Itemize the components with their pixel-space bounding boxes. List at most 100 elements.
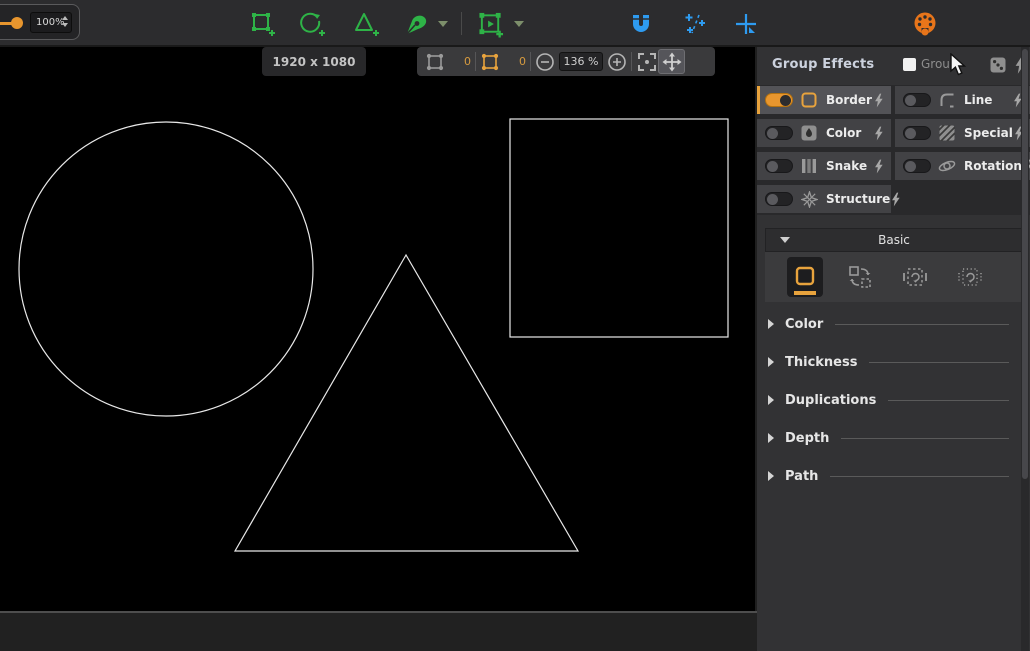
line-toggle[interactable]	[903, 93, 931, 107]
effect-label: Border	[826, 93, 872, 107]
effect-label: Special	[964, 126, 1013, 140]
randomize-icon[interactable]	[990, 57, 1006, 73]
accordion-depth[interactable]: Depth	[757, 428, 1030, 448]
opacity-slider-knob[interactable]	[11, 17, 23, 29]
effect-row-snake[interactable]: Snake	[757, 152, 891, 180]
panel-scrollbar[interactable]	[1021, 47, 1029, 651]
resolution-text: 1920 x 1080	[273, 55, 356, 69]
effect-row-special[interactable]: Special	[895, 119, 1030, 147]
effect-row-border[interactable]: Border	[757, 86, 891, 114]
border-toggle[interactable]	[765, 93, 793, 107]
line-icon	[938, 91, 956, 109]
group-checkbox[interactable]	[903, 58, 916, 71]
opacity-value: 100%	[36, 17, 65, 28]
zoom-out-icon[interactable]	[535, 52, 555, 72]
collapse-arrow-icon	[780, 237, 790, 243]
bbox-orange-icon[interactable]	[480, 52, 500, 72]
preset-section-title: Basic	[790, 233, 998, 247]
timeline-strip	[0, 611, 757, 651]
structure-toggle[interactable]	[765, 192, 793, 206]
effect-label: Rotation	[964, 159, 1022, 173]
pen-tool-dropdown-icon[interactable]	[438, 21, 448, 27]
color-palette-icon[interactable]	[912, 11, 938, 37]
group-effects-panel: Group Effects Group Border	[757, 47, 1030, 651]
accordion-label: Depth	[785, 431, 829, 446]
color-toggle[interactable]	[765, 126, 793, 140]
color-icon	[800, 124, 818, 142]
lightning-icon[interactable]	[873, 126, 884, 141]
zoom-in-icon[interactable]	[607, 52, 627, 72]
effect-label: Color	[826, 126, 861, 140]
magnet-snap-icon[interactable]	[628, 11, 654, 37]
special-toggle[interactable]	[903, 126, 931, 140]
expand-arrow-icon	[768, 319, 774, 329]
effect-row-line[interactable]: Line	[895, 86, 1030, 114]
border-icon	[800, 91, 818, 109]
preset-border-basic-button[interactable]	[787, 257, 823, 297]
accordion-label: Duplications	[785, 393, 876, 408]
add-rectangle-icon[interactable]	[250, 11, 276, 37]
bbox-orange-value: 0	[500, 55, 526, 68]
pan-tool-button[interactable]	[658, 49, 685, 74]
select-tool-dropdown-icon[interactable]	[514, 21, 524, 27]
lightning-icon[interactable]	[890, 192, 901, 207]
rotation-icon	[938, 157, 956, 175]
add-ellipse-icon[interactable]	[300, 11, 326, 37]
zoom-level-field[interactable]: 136 %	[559, 52, 603, 71]
accordion-label: Thickness	[785, 355, 857, 370]
fit-view-icon[interactable]	[636, 51, 658, 73]
expand-arrow-icon	[768, 471, 774, 481]
expand-arrow-icon	[768, 357, 774, 367]
structure-icon	[800, 190, 818, 208]
preset-rotate-bounds-button[interactable]	[897, 257, 933, 297]
expand-arrow-icon	[768, 433, 774, 443]
lightning-icon[interactable]	[873, 159, 884, 174]
scrollbar-thumb[interactable]	[1022, 49, 1028, 479]
canvas-shape-square[interactable]	[510, 119, 728, 337]
canvas-viewport[interactable]	[0, 47, 755, 611]
accordion-label: Color	[785, 317, 823, 332]
canvas-shape-triangle[interactable]	[235, 255, 578, 551]
panel-title: Group Effects	[772, 57, 874, 72]
bbox-gray-value: 0	[445, 55, 471, 68]
add-triangle-icon[interactable]	[354, 11, 380, 37]
accordion-duplications[interactable]: Duplications	[757, 390, 1030, 410]
effect-row-structure[interactable]: Structure	[757, 185, 891, 213]
spinner-arrows-icon[interactable]	[62, 16, 68, 27]
lightning-icon[interactable]	[873, 93, 884, 108]
preset-rotate-dotted-button[interactable]	[952, 257, 988, 297]
app-window: 100%	[0, 0, 1030, 651]
view-toolbar: 0 0 136 %	[417, 47, 715, 76]
pen-tool-icon[interactable]	[404, 11, 430, 37]
opacity-control: 100%	[0, 4, 80, 40]
snake-icon	[800, 157, 818, 175]
preset-section-header[interactable]: Basic	[765, 228, 1023, 252]
effect-label: Snake	[826, 159, 867, 173]
toolbar-separator	[461, 12, 462, 35]
select-animate-icon[interactable]	[478, 11, 504, 37]
accordion-thickness[interactable]: Thickness	[757, 352, 1030, 372]
panel-header: Group Effects Group	[757, 47, 1030, 85]
effect-row-rotation[interactable]: Rotation	[895, 152, 1030, 180]
preset-swap-button[interactable]	[842, 257, 878, 297]
accordion-path[interactable]: Path	[757, 466, 1030, 486]
accordion-label: Path	[785, 469, 818, 484]
main-toolbar: 100%	[0, 0, 1030, 47]
bbox-gray-icon[interactable]	[425, 52, 445, 72]
rotation-toggle[interactable]	[903, 159, 931, 173]
accordion-color[interactable]: Color	[757, 314, 1030, 334]
canvas-shape-circle[interactable]	[19, 122, 313, 416]
zoom-level-value: 136 %	[564, 55, 599, 68]
special-icon	[938, 124, 956, 142]
add-guide-icon[interactable]	[733, 11, 759, 37]
effects-grid: Border Line	[757, 85, 1030, 215]
effect-row-color[interactable]: Color	[757, 119, 891, 147]
effect-label: Line	[964, 93, 992, 107]
smart-snap-icon[interactable]	[682, 11, 708, 37]
preset-buttons	[765, 252, 1023, 302]
effect-label: Structure	[826, 192, 890, 206]
snake-toggle[interactable]	[765, 159, 793, 173]
expand-arrow-icon	[768, 395, 774, 405]
opacity-spinner[interactable]: 100%	[30, 12, 72, 33]
resolution-label: 1920 x 1080	[262, 47, 366, 76]
